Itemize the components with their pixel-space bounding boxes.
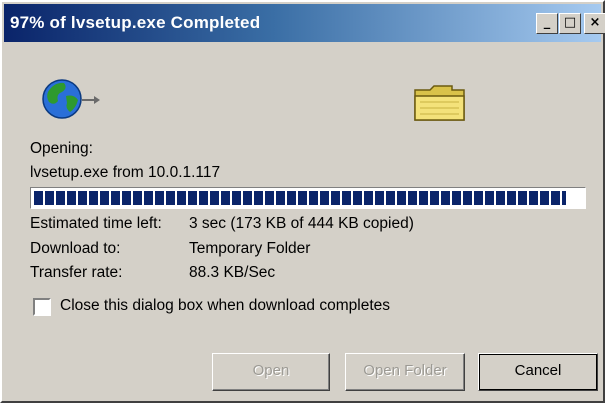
opening-label: Opening: [30, 140, 93, 157]
download-dialog: 97% of lvsetup.exe Completed _ □ × Openi… [0, 0, 605, 403]
close-on-complete-checkbox[interactable] [33, 298, 51, 316]
file-source-text: lvsetup.exe from 10.0.1.117 [30, 164, 221, 181]
download-to-label: Download to: [30, 240, 121, 257]
time-left-value: 3 sec (173 KB of 444 KB copied) [189, 215, 414, 232]
globe-icon [42, 79, 100, 119]
time-left-label: Estimated time left: [30, 215, 162, 232]
close-on-complete-label[interactable]: Close this dialog box when download comp… [60, 297, 390, 315]
download-progress-bar [30, 187, 586, 209]
maximize-button[interactable]: □ [559, 13, 581, 34]
minimize-button[interactable]: _ [536, 13, 558, 34]
title-bar[interactable]: 97% of lvsetup.exe Completed _ □ × [4, 4, 605, 42]
transfer-rate-value: 88.3 KB/Sec [189, 264, 276, 281]
download-to-value: Temporary Folder [189, 240, 311, 257]
open-folder-button[interactable]: Open Folder [345, 353, 465, 391]
transfer-rate-label: Transfer rate: [30, 264, 123, 281]
close-button[interactable]: × [584, 13, 605, 34]
progress-fill [34, 191, 566, 205]
cancel-button[interactable]: Cancel [478, 353, 598, 391]
open-button[interactable]: Open [212, 353, 330, 391]
window-title: 97% of lvsetup.exe Completed [10, 13, 261, 32]
folder-icon [414, 85, 465, 121]
